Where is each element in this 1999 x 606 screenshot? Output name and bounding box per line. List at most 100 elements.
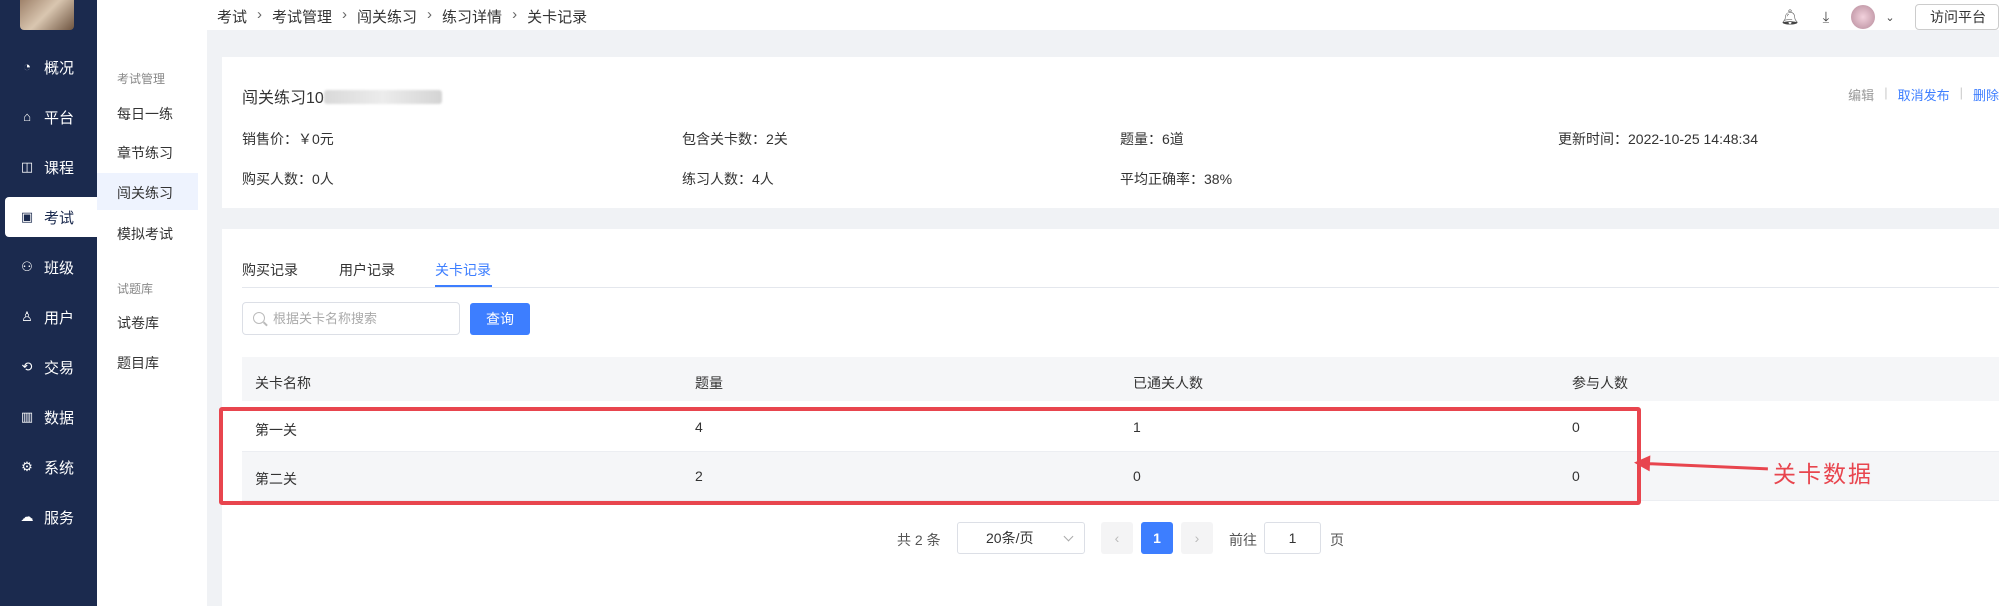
divider: | [1884, 85, 1888, 100]
nav-item-class[interactable]: ⚇ 班级 [0, 247, 97, 287]
nav-item-service[interactable]: ☁ 服务 [0, 497, 97, 537]
annotation-label: 关卡数据 [1773, 462, 1873, 488]
card-actions: 编辑 | 取消发布 | 删除 [1838, 85, 1999, 104]
column-header-questions: 题量 [695, 375, 723, 391]
chevron-right-icon: › [1194, 530, 1200, 546]
arrow-head-icon [1633, 454, 1651, 472]
sub-nav-group-bank: 试题库 [117, 282, 154, 296]
tab-level-records[interactable]: 关卡记录 [435, 260, 491, 280]
column-header-passed: 已通关人数 [1133, 375, 1203, 391]
tab-user-records[interactable]: 用户记录 [339, 260, 395, 280]
nav-item-course[interactable]: ◫ 课程 [0, 147, 97, 187]
nav-item-trade[interactable]: ⟲ 交易 [0, 347, 97, 387]
nav-item-label: 数据 [44, 409, 75, 427]
breadcrumb-item[interactable]: 考试管理 [272, 6, 332, 27]
highlight-box [219, 407, 1641, 505]
column-header-level-name: 关卡名称 [255, 375, 311, 391]
price-info: 销售价：￥0元 [242, 131, 334, 147]
sub-nav-group-exam-manage: 考试管理 [117, 72, 166, 86]
active-tab-indicator [435, 285, 492, 287]
next-page-button[interactable]: › [1181, 522, 1213, 554]
page-size-select[interactable]: 20条/页 [957, 522, 1085, 554]
delete-button[interactable]: 删除 [1973, 85, 1999, 104]
chevron-right-icon: › [512, 6, 518, 23]
accuracy-info: 平均正确率：38% [1120, 171, 1233, 187]
gear-icon: ⚙ [21, 459, 33, 474]
trade-icon: ⟲ [21, 359, 33, 374]
search-placeholder: 根据关卡名称搜索 [273, 311, 378, 326]
nav-item-label: 用户 [44, 309, 75, 327]
nav-item-label: 概况 [44, 59, 75, 77]
breadcrumb: 考试 › 考试管理 › 闯关练习 › 练习详情 › 关卡记录 [217, 6, 597, 27]
questions-info: 题量：6道 [1120, 131, 1184, 147]
goto-label: 前往 [1229, 532, 1257, 548]
header-tools: 🔔︎ ⤓ ⌄ 访问平台 [1779, 4, 1999, 30]
goto-page-input[interactable]: 1 [1264, 522, 1321, 554]
current-page-button[interactable]: 1 [1141, 522, 1173, 554]
breadcrumb-current: 关卡记录 [527, 9, 588, 26]
bell-icon[interactable]: 🔔︎ [1779, 6, 1801, 28]
nav-item-exam[interactable]: ▣ 考试 [5, 197, 97, 237]
nav-item-data[interactable]: ▥ 数据 [0, 397, 97, 437]
levels-info: 包含关卡数：2关 [682, 131, 788, 147]
breadcrumb-item[interactable]: 练习详情 [442, 6, 502, 27]
chart-icon: ▥ [20, 409, 34, 424]
exam-icon: ▣ [20, 209, 34, 224]
sub-nav-item-challenge[interactable]: 闯关练习 [117, 183, 173, 203]
shop-icon: ⌂ [23, 109, 31, 124]
nav-item-label: 考试 [44, 209, 75, 227]
top-header: 考试 › 考试管理 › 闯关练习 › 练习详情 › 关卡记录 🔔︎ ⤓ ⌄ 访问平台 [207, 0, 1999, 30]
blurred-title-part [323, 90, 442, 104]
chevron-down-icon[interactable]: ⌄ [1879, 6, 1901, 28]
sub-nav: 考试管理 每日一练 章节练习 闯关练习 模拟考试 试题库 试卷库 题目库 [97, 0, 207, 606]
sub-nav-item-mock[interactable]: 模拟考试 [117, 224, 173, 244]
tab-purchase-records[interactable]: 购买记录 [242, 260, 298, 280]
search-icon [253, 312, 265, 324]
practice-title-text: 闯关练习10 [242, 90, 324, 107]
chevron-right-icon: › [427, 6, 433, 23]
edit-button[interactable]: 编辑 [1848, 85, 1874, 104]
page-suffix: 页 [1330, 532, 1344, 548]
query-button[interactable]: 查询 [470, 303, 530, 335]
nav-item-label: 课程 [44, 159, 75, 177]
tab-divider [242, 287, 1999, 288]
breadcrumb-item[interactable]: 闯关练习 [357, 6, 417, 27]
clock-icon: ◔ [23, 59, 31, 74]
practice-title: 闯关练习10 [242, 84, 442, 108]
table-header [242, 357, 1999, 401]
sub-nav-item-chapter[interactable]: 章节练习 [117, 143, 173, 163]
nav-item-system[interactable]: ⚙ 系统 [0, 447, 97, 487]
sub-nav-item-paper-bank[interactable]: 试卷库 [117, 313, 159, 333]
chevron-left-icon: ‹ [1114, 530, 1120, 546]
visit-platform-button[interactable]: 访问平台 [1915, 4, 1999, 30]
pagination-total: 共 2 条 [897, 532, 941, 548]
nav-item-user[interactable]: ♙ 用户 [0, 297, 97, 337]
page-size-value: 20条/页 [986, 530, 1034, 546]
unpublish-button[interactable]: 取消发布 [1898, 85, 1950, 104]
download-icon[interactable]: ⤓ [1815, 6, 1837, 28]
prev-page-button[interactable]: ‹ [1101, 522, 1133, 554]
sub-nav-item-question-bank[interactable]: 题目库 [117, 353, 159, 373]
sub-nav-item-daily[interactable]: 每日一练 [117, 104, 173, 124]
nav-item-overview[interactable]: ◔ 概况 [0, 47, 97, 87]
nav-item-label: 交易 [44, 359, 75, 377]
main-nav: ◔ 概况 ⌂ 平台 ◫ 课程 ▣ 考试 ⚇ 班级 ♙ 用户 ⟲ 交易 ▥ 数据 ⚙ 系统 ☁ 服务 [0, 0, 97, 606]
book-icon: ◫ [20, 159, 34, 174]
service-icon: ☁ [20, 509, 34, 524]
user-avatar[interactable] [1851, 5, 1875, 29]
nav-item-platform[interactable]: ⌂ 平台 [0, 97, 97, 137]
class-icon: ⚇ [21, 259, 33, 274]
chevron-right-icon: › [257, 6, 263, 23]
column-header-participants: 参与人数 [1572, 375, 1628, 391]
updated-info: 更新时间：2022-10-25 14:48:34 [1558, 131, 1758, 147]
nav-item-label: 平台 [44, 109, 75, 127]
nav-item-label: 服务 [44, 509, 75, 527]
nav-item-label: 班级 [44, 259, 75, 277]
avatar[interactable] [20, 0, 74, 30]
buyers-info: 购买人数：0人 [242, 171, 334, 187]
breadcrumb-item[interactable]: 考试 [217, 6, 247, 27]
search-input[interactable]: 根据关卡名称搜索 [242, 302, 460, 335]
chevron-right-icon: › [342, 6, 348, 23]
practicers-info: 练习人数：4人 [682, 171, 774, 187]
user-icon: ♙ [21, 309, 33, 324]
